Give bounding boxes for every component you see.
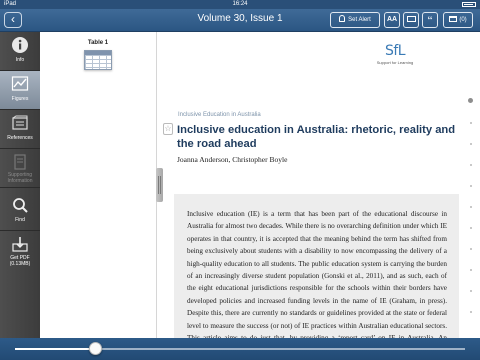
set-alert-button[interactable]: Set Alert: [330, 12, 380, 28]
downloads-count: (0): [459, 17, 467, 23]
page-dot: [470, 311, 472, 313]
abstract-text: Inclusive education (IE) is a term that …: [187, 210, 447, 338]
abstract: Inclusive education (IE) is a term that …: [174, 194, 459, 338]
sidebar-item-label: Find: [15, 217, 25, 223]
divider: [0, 187, 40, 188]
app-window: iPad 16:24 ‹ Volume 30, Issue 1 Set Aler…: [0, 0, 480, 360]
page-title: Volume 30, Issue 1: [197, 13, 283, 24]
sidebar-item-supporting-information: Supporting Information: [0, 149, 40, 187]
page-dot: [470, 164, 472, 166]
page-dot: [470, 122, 472, 124]
attachment-icon: [14, 154, 26, 170]
bell-icon: [339, 15, 346, 22]
references-icon: [12, 115, 28, 130]
logo-mark: SfL: [384, 43, 406, 59]
page-dot: [470, 290, 472, 292]
journal-logo: SfL Support for Learning: [375, 43, 415, 65]
panel-drag-handle[interactable]: [156, 168, 163, 202]
table-thumbnail-grid: [85, 55, 111, 69]
figure-label: Table 1: [87, 40, 109, 46]
figures-panel: Table 1: [40, 32, 157, 338]
sidebar-item-label: Figures: [11, 96, 29, 102]
logo-tagline: Support for Learning: [376, 60, 414, 65]
article-authors: Joanna Anderson, Christopher Boyle: [177, 155, 288, 164]
email-button[interactable]: [403, 12, 419, 28]
page-slider-knob[interactable]: [89, 342, 102, 355]
sidebar-item-info[interactable]: Info: [0, 32, 40, 70]
navigation-bar: ‹ Volume 30, Issue 1 Set Alert AA ‘‘ (0): [0, 9, 480, 32]
sidebar-item-label: References: [7, 135, 33, 141]
page-dot: [470, 185, 472, 187]
page-slider-track[interactable]: [15, 348, 465, 350]
article-view: SfL Support for Learning Inclusive Educa…: [163, 32, 480, 338]
page-dot: [470, 143, 472, 145]
sidebar-item-find[interactable]: Find: [0, 192, 40, 230]
favorite-star-icon[interactable]: ☆: [163, 123, 173, 135]
page-dot: [470, 227, 472, 229]
back-button[interactable]: ‹: [4, 12, 22, 28]
clock: 16:24: [232, 1, 248, 7]
sidebar-item-references[interactable]: References: [0, 110, 40, 148]
page-dot: [470, 206, 472, 208]
battery-icon: [462, 2, 476, 7]
page-dot: [470, 269, 472, 271]
search-icon: [13, 198, 28, 213]
sidebar-item-label: Supporting Information: [7, 172, 33, 184]
sidebar: Info Figures References Supporting Infor…: [0, 32, 40, 338]
page-slider-bar: [0, 338, 480, 360]
font-size-button[interactable]: AA: [384, 12, 400, 28]
article-title: Inclusive education in Australia: rhetor…: [177, 124, 456, 150]
cite-button[interactable]: ‘‘: [422, 12, 438, 28]
page-dot: [470, 248, 472, 250]
page-slider-fill: [15, 348, 96, 350]
download-box-icon: [449, 16, 458, 22]
download-icon: [12, 237, 28, 252]
section-label: Inclusive Education in Australia: [178, 112, 261, 118]
envelope-icon: [406, 16, 416, 22]
sidebar-item-label: Info: [15, 57, 25, 63]
downloads-button[interactable]: (0): [443, 12, 473, 28]
sidebar-item-get-pdf[interactable]: Get PDF (0.13MB): [0, 231, 40, 275]
chart-icon: [11, 76, 29, 91]
set-alert-label: Set Alert: [348, 17, 371, 23]
status-bar: iPad 16:24: [0, 0, 480, 9]
info-icon: [12, 37, 28, 53]
sidebar-item-figures[interactable]: Figures: [0, 71, 40, 109]
table-thumbnail[interactable]: [84, 50, 112, 70]
page-dot-current: [468, 98, 473, 103]
sidebar-item-label: Get PDF (0.13MB): [9, 255, 31, 267]
